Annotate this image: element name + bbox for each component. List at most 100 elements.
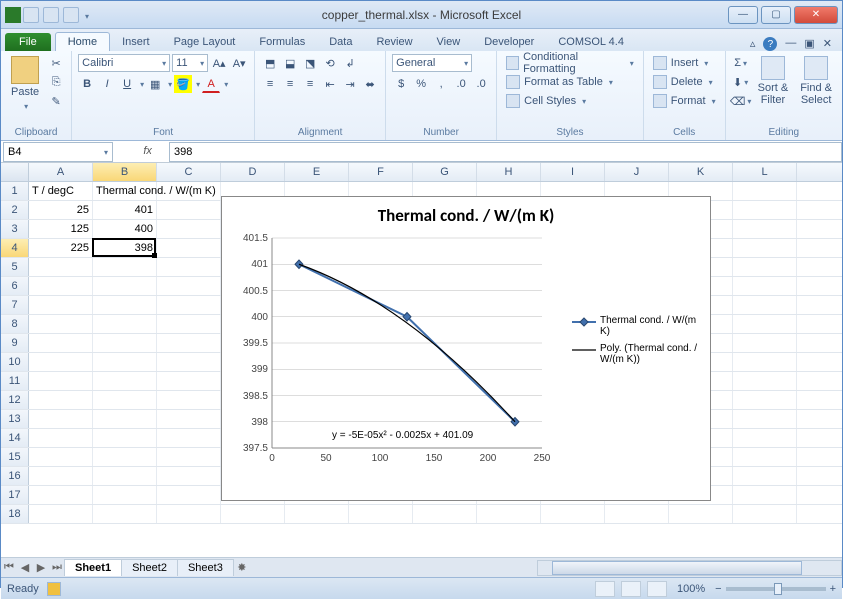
cell[interactable]	[221, 505, 285, 523]
decrease-indent-icon[interactable]: ⇤	[321, 75, 339, 93]
tab-formulas[interactable]: Formulas	[247, 33, 317, 51]
row-header[interactable]: 8	[1, 315, 29, 333]
cell[interactable]	[157, 505, 221, 523]
cell[interactable]: 398	[93, 239, 157, 257]
cell[interactable]: 400	[93, 220, 157, 238]
row-header[interactable]: 1	[1, 182, 29, 200]
cell[interactable]	[733, 334, 797, 352]
col-header-e[interactable]: E	[285, 163, 349, 181]
font-name-combo[interactable]: Calibri	[78, 54, 170, 72]
cell[interactable]	[733, 239, 797, 257]
conditional-formatting-button[interactable]: Conditional Formatting	[503, 54, 637, 72]
font-size-combo[interactable]: 11	[172, 54, 208, 72]
cell[interactable]	[29, 486, 93, 504]
cell[interactable]	[541, 505, 605, 523]
qat-dropdown-icon[interactable]	[83, 6, 89, 24]
cell[interactable]: 401	[93, 201, 157, 219]
fill-icon[interactable]: ⬇	[732, 73, 750, 91]
format-painter-icon[interactable]: ✎	[47, 92, 65, 110]
maximize-button[interactable]: ▢	[761, 6, 791, 24]
row-header[interactable]: 14	[1, 429, 29, 447]
autosum-icon[interactable]: Σ	[732, 54, 750, 72]
align-bottom-icon[interactable]: ⬔	[301, 54, 319, 72]
cell[interactable]	[733, 258, 797, 276]
scrollbar-thumb[interactable]	[552, 561, 802, 575]
col-header-j[interactable]: J	[605, 163, 669, 181]
doc-minimize-icon[interactable]: —	[785, 37, 796, 51]
fill-color-icon[interactable]: 🪣	[174, 75, 192, 93]
cell[interactable]	[349, 505, 413, 523]
find-select-button[interactable]: Find & Select	[796, 54, 836, 108]
cell[interactable]	[157, 429, 221, 447]
row-header[interactable]: 9	[1, 334, 29, 352]
merge-center-icon[interactable]: ⬌	[361, 75, 379, 93]
cell[interactable]	[157, 277, 221, 295]
cell[interactable]: 225	[29, 239, 93, 257]
cell[interactable]	[93, 334, 157, 352]
cell[interactable]	[733, 277, 797, 295]
cell[interactable]	[733, 372, 797, 390]
sheet-tab-2[interactable]: Sheet2	[121, 559, 178, 576]
cell[interactable]	[29, 429, 93, 447]
cell[interactable]	[157, 201, 221, 219]
zoom-slider[interactable]	[726, 587, 826, 591]
cell[interactable]	[157, 220, 221, 238]
col-header-l[interactable]: L	[733, 163, 797, 181]
cell[interactable]	[93, 372, 157, 390]
zoom-out-button[interactable]: −	[715, 583, 721, 595]
increase-indent-icon[interactable]: ⇥	[341, 75, 359, 93]
cell[interactable]	[93, 448, 157, 466]
cell[interactable]	[733, 353, 797, 371]
increase-decimal-icon[interactable]: .0	[452, 75, 470, 93]
bold-button[interactable]: B	[78, 75, 96, 93]
new-sheet-icon[interactable]: ✸	[234, 561, 250, 574]
tab-home[interactable]: Home	[55, 32, 110, 51]
col-header-g[interactable]: G	[413, 163, 477, 181]
doc-close-icon[interactable]: ✕	[823, 37, 832, 51]
cell[interactable]	[93, 277, 157, 295]
page-layout-view-icon[interactable]	[621, 581, 641, 597]
minimize-ribbon-icon[interactable]: ▵	[750, 37, 756, 51]
cell[interactable]	[477, 505, 541, 523]
tab-view[interactable]: View	[425, 33, 473, 51]
cell[interactable]	[733, 296, 797, 314]
help-icon[interactable]: ?	[763, 37, 777, 51]
cell[interactable]	[29, 353, 93, 371]
orientation-icon[interactable]: ⟲	[321, 54, 339, 72]
cell[interactable]	[733, 315, 797, 333]
chevron-down-icon[interactable]	[166, 78, 172, 90]
cell[interactable]	[157, 315, 221, 333]
delete-cells-button[interactable]: Delete	[650, 73, 716, 91]
cell[interactable]: Thermal cond. / W/(m K)	[93, 182, 157, 200]
cell[interactable]	[29, 258, 93, 276]
cell[interactable]	[157, 467, 221, 485]
first-sheet-icon[interactable]: ⏮	[1, 561, 17, 574]
align-center-icon[interactable]: ≡	[281, 75, 299, 93]
cell[interactable]	[157, 391, 221, 409]
italic-button[interactable]: I	[98, 75, 116, 93]
last-sheet-icon[interactable]: ⏭	[49, 561, 65, 574]
align-top-icon[interactable]: ⬒	[261, 54, 279, 72]
sort-filter-button[interactable]: Sort & Filter	[754, 54, 793, 108]
formula-input[interactable]: 398	[169, 142, 842, 162]
cell[interactable]	[733, 201, 797, 219]
align-right-icon[interactable]: ≡	[301, 75, 319, 93]
shrink-font-icon[interactable]: A▾	[230, 54, 248, 72]
cell[interactable]	[29, 296, 93, 314]
row-header[interactable]: 13	[1, 410, 29, 428]
cell[interactable]	[733, 391, 797, 409]
cell[interactable]	[157, 410, 221, 428]
cell[interactable]	[29, 448, 93, 466]
cell[interactable]	[157, 372, 221, 390]
cell[interactable]	[157, 353, 221, 371]
cell[interactable]	[733, 467, 797, 485]
embedded-chart[interactable]: Thermal cond. / W/(m K)	[221, 196, 711, 501]
row-header[interactable]: 3	[1, 220, 29, 238]
paste-button[interactable]: Paste	[7, 54, 43, 114]
cell[interactable]	[93, 391, 157, 409]
cell[interactable]	[413, 505, 477, 523]
col-header-k[interactable]: K	[669, 163, 733, 181]
row-header[interactable]: 15	[1, 448, 29, 466]
cell[interactable]	[733, 182, 797, 200]
undo-icon[interactable]	[43, 7, 59, 23]
